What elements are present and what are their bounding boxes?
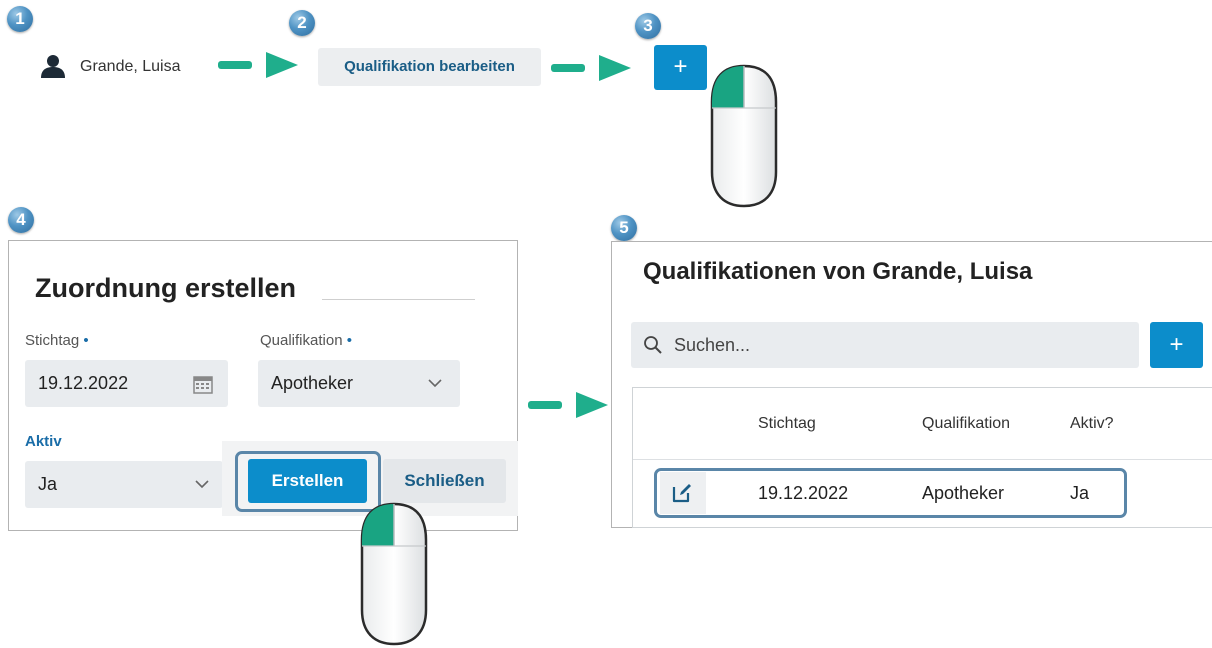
flow-arrow-icon <box>551 55 631 81</box>
step-badge-3: 3 <box>635 13 661 39</box>
stichtag-value: 19.12.2022 <box>38 373 129 393</box>
search-placeholder: Suchen... <box>674 335 751 355</box>
step-badge-5: 5 <box>611 215 637 241</box>
table-row[interactable] <box>654 468 1127 518</box>
aktiv-select[interactable]: Ja <box>25 461 223 508</box>
mouse-click-icon <box>710 64 778 208</box>
flow-arrow-icon <box>218 52 298 78</box>
row-aktiv: Ja <box>1070 483 1090 503</box>
calendar-icon[interactable] <box>193 374 213 394</box>
person-icon <box>41 55 65 78</box>
panel-title: Qualifikationen von Grande, Luisa <box>643 258 1033 285</box>
chevron-down-icon <box>195 480 209 489</box>
chevron-down-icon <box>428 379 442 388</box>
dialog-title: Zuordnung erstellen <box>35 273 297 303</box>
add-button[interactable]: + <box>654 45 707 90</box>
step-badge-2: 2 <box>289 10 315 36</box>
create-button[interactable]: Erstellen <box>248 459 367 503</box>
user-entry[interactable] <box>40 53 66 84</box>
qualifikation-select[interactable]: Apotheker <box>258 360 460 407</box>
flow-arrow-icon <box>528 392 608 418</box>
qualification-edit-button[interactable]: Qualifikation bearbeiten <box>318 48 541 86</box>
title-underline <box>322 299 475 300</box>
step-badge-1: 1 <box>7 6 33 32</box>
row-qualifikation: Apotheker <box>922 483 1005 503</box>
column-header-stichtag[interactable]: Stichtag <box>758 415 816 433</box>
mouse-click-icon <box>360 502 428 646</box>
header-divider <box>633 459 1212 460</box>
close-button[interactable]: Schließen <box>383 459 506 503</box>
user-name[interactable]: Grande, Luisa <box>80 58 181 76</box>
qualifikation-label: Qualifikation • <box>260 332 352 349</box>
panel-add-button[interactable]: + <box>1150 322 1203 368</box>
aktiv-value: Ja <box>38 474 58 494</box>
stichtag-label: Stichtag • <box>25 332 89 349</box>
row-stichtag: 19.12.2022 <box>758 483 849 503</box>
aktiv-label: Aktiv <box>25 433 62 450</box>
step-badge-4: 4 <box>8 207 34 233</box>
column-header-qualifikation[interactable]: Qualifikation <box>922 415 1010 433</box>
search-input[interactable]: Suchen... <box>631 322 1139 368</box>
search-icon <box>644 336 662 354</box>
column-header-aktiv[interactable]: Aktiv? <box>1070 415 1114 433</box>
qualifikation-value: Apotheker <box>271 373 354 393</box>
stichtag-date-field[interactable]: 19.12.2022 <box>25 360 228 407</box>
